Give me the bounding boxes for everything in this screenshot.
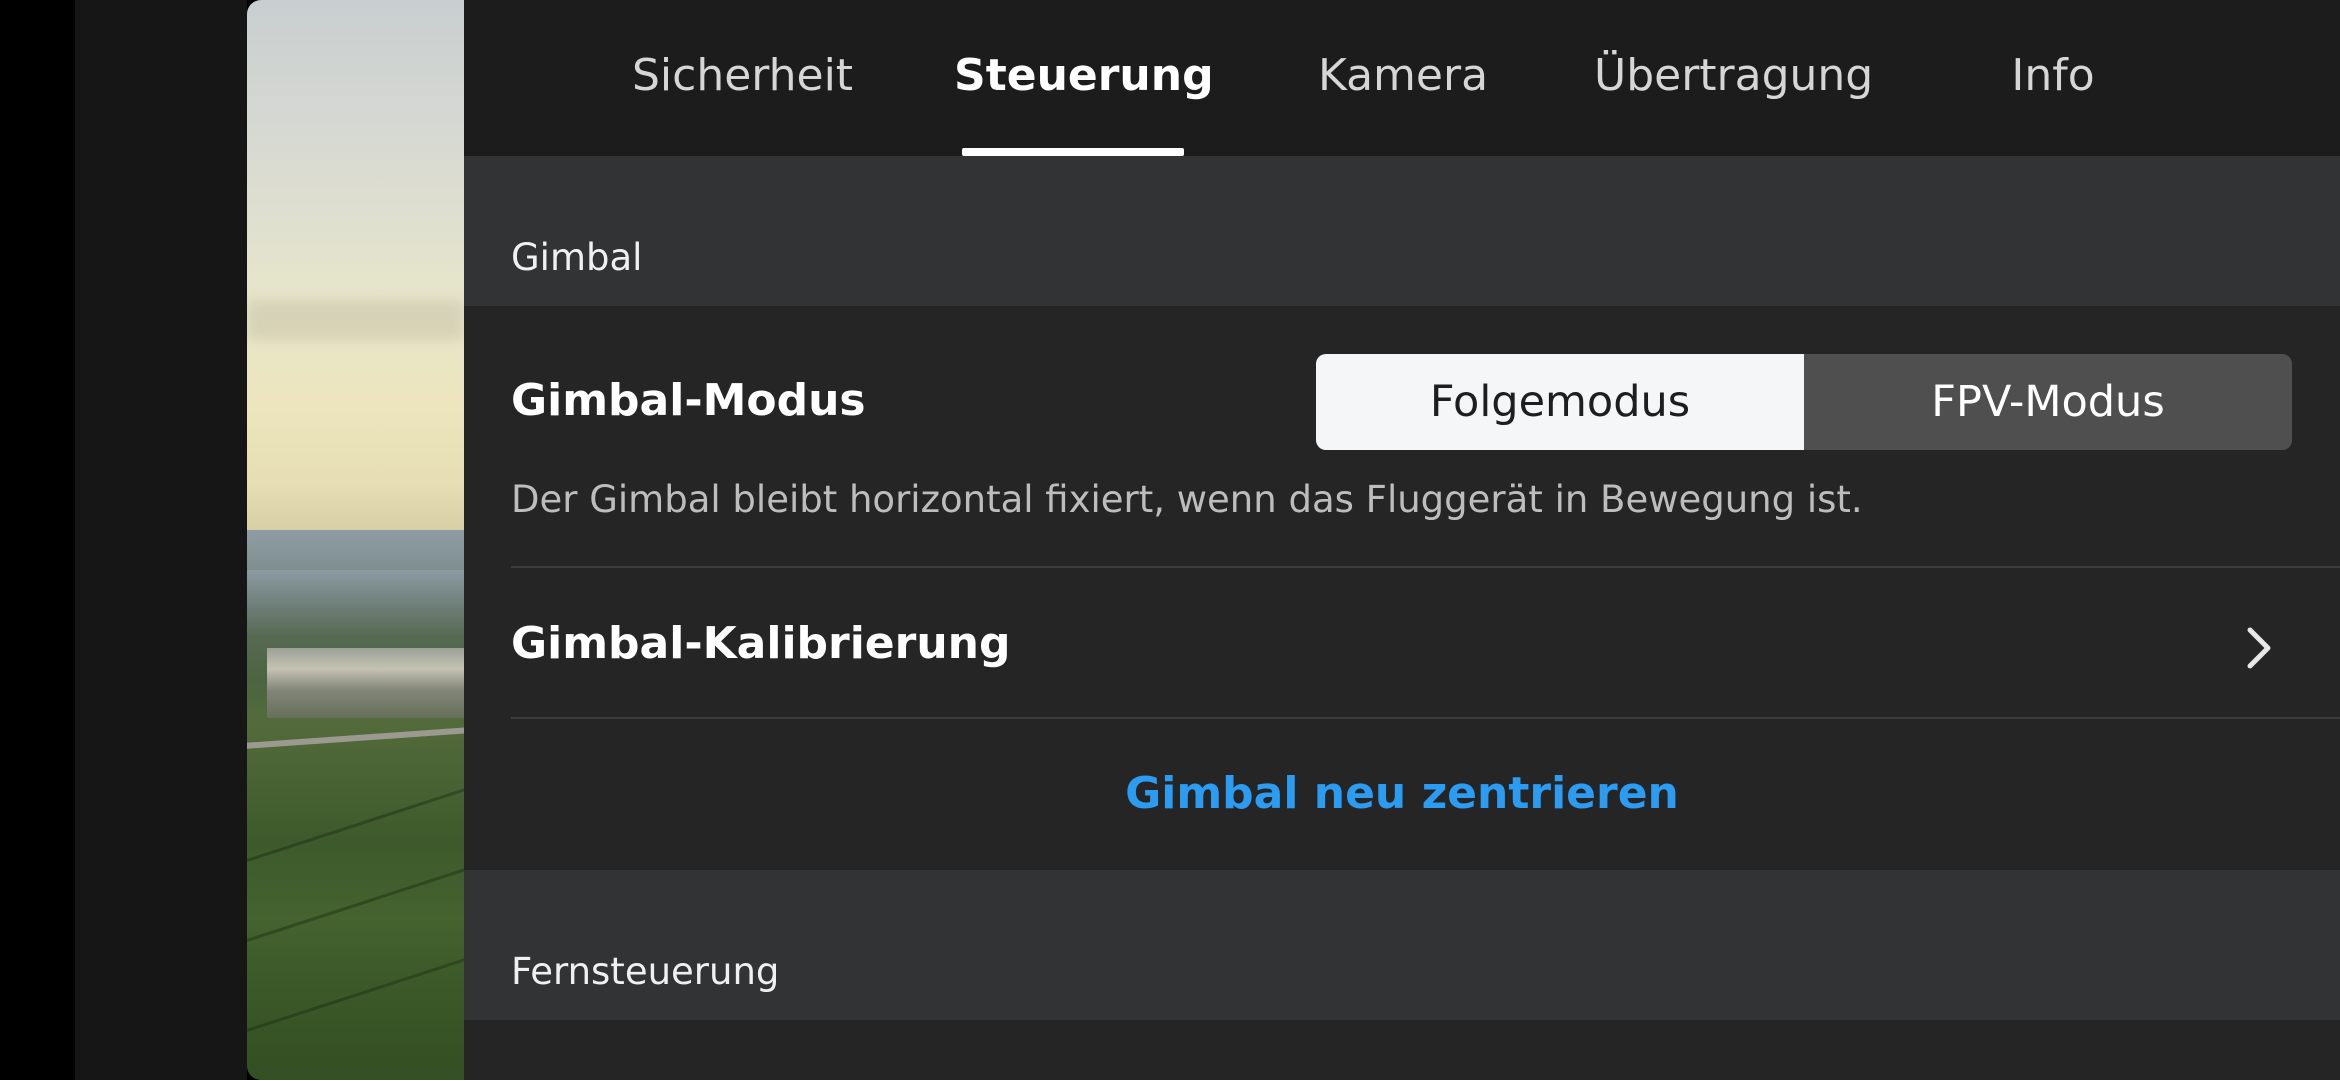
gimbal-calibration-row[interactable]: Gimbal-Kalibrierung — [511, 618, 2340, 678]
remote-section-header: Fernsteuerung — [464, 870, 2340, 1020]
section-title-gimbal: Gimbal — [511, 236, 643, 279]
tab-steuerung[interactable]: Steuerung — [954, 50, 1214, 110]
gimbal-calibration-label: Gimbal-Kalibrierung — [511, 618, 1011, 669]
tab-uebertragung[interactable]: Übertragung — [1594, 50, 1873, 110]
camera-preview[interactable] — [247, 0, 464, 1080]
divider — [511, 566, 2340, 568]
chevron-right-icon — [2247, 627, 2271, 669]
tab-bar: Sicherheit Steuerung Kamera Übertragung … — [464, 0, 2340, 156]
gimbal-mode-selector: Folgemodus FPV-Modus — [1316, 354, 2292, 450]
tab-sicherheit[interactable]: Sicherheit — [632, 50, 853, 110]
section-title-fernsteuerung: Fernsteuerung — [511, 950, 780, 993]
follow-mode-option[interactable]: Folgemodus — [1316, 354, 1804, 450]
settings-panel: Sicherheit Steuerung Kamera Übertragung … — [464, 0, 2340, 1080]
active-tab-indicator — [962, 148, 1184, 156]
screen: Sicherheit Steuerung Kamera Übertragung … — [0, 0, 2340, 1080]
left-sidebar-background — [75, 0, 247, 1080]
fpv-mode-option[interactable]: FPV-Modus — [1804, 354, 2292, 450]
gimbal-mode-description: Der Gimbal bleibt horizontal fixiert, we… — [511, 478, 1863, 521]
gimbal-mode-label: Gimbal-Modus — [511, 375, 866, 426]
remote-settings-group — [464, 1020, 2340, 1080]
tab-info[interactable]: Info — [2010, 50, 2096, 110]
tab-kamera[interactable]: Kamera — [1318, 50, 1488, 110]
divider — [511, 717, 2340, 719]
gimbal-section-header: Gimbal — [464, 156, 2340, 306]
left-edge — [0, 0, 75, 1080]
recenter-gimbal-button[interactable]: Gimbal neu zentrieren — [464, 768, 2340, 819]
